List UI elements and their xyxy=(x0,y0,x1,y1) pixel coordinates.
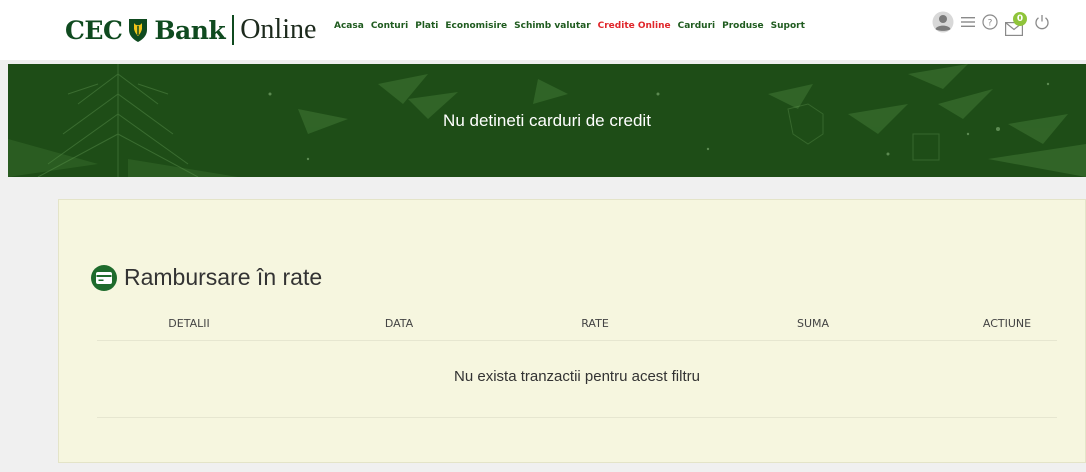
banner-message: Nu detineti carduri de credit xyxy=(443,110,651,130)
installments-card: Rambursare în rate DETALII DATA RATE SUM… xyxy=(58,199,1086,463)
nav-item-acasa[interactable]: Acasa xyxy=(334,21,364,31)
top-header: CEC Bank Online Acasa Conturi Plati Econ… xyxy=(0,0,1086,60)
nav-item-plati[interactable]: Plati xyxy=(415,21,438,31)
user-avatar-icon[interactable] xyxy=(932,11,954,38)
logo-cec-text: CEC xyxy=(65,15,123,45)
nav-item-produse[interactable]: Produse xyxy=(722,21,764,31)
column-header-suma: SUMA xyxy=(796,317,830,330)
logo-bank-text: Bank xyxy=(154,15,226,45)
nav-item-carduri[interactable]: Carduri xyxy=(678,21,716,31)
column-header-detalii: DETALII xyxy=(168,317,210,330)
table-header: DETALII DATA RATE SUMA ACTIUNE xyxy=(97,313,1057,341)
header-actions: ? 0 xyxy=(932,10,1057,38)
nav-item-credite-online[interactable]: Credite Online xyxy=(598,21,671,31)
logo-shield-icon xyxy=(127,17,149,43)
column-header-data: DATA xyxy=(384,317,414,330)
hamburger-menu-icon[interactable] xyxy=(961,15,975,33)
power-icon[interactable] xyxy=(1034,14,1050,35)
credit-cards-banner: Nu detineti carduri de credit xyxy=(8,64,1086,177)
nav-item-schimb-valutar[interactable]: Schimb valutar xyxy=(514,21,591,31)
logo-separator xyxy=(232,15,235,45)
nav-item-conturi[interactable]: Conturi xyxy=(371,21,408,31)
logo-online-text: Online xyxy=(240,14,317,45)
help-circle-icon[interactable]: ? xyxy=(982,13,998,35)
empty-table-row: Nu exista tranzactii pentru acest filtru xyxy=(97,342,1057,418)
cec-bank-logo[interactable]: CEC Bank Online xyxy=(65,12,316,48)
empty-state-message: Nu exista tranzactii pentru acest filtru xyxy=(454,368,700,385)
section-title-text: Rambursare în rate xyxy=(124,264,323,290)
section-title: Rambursare în rate xyxy=(91,264,322,291)
mail-badge: 0 xyxy=(1013,12,1027,26)
main-navigation: Acasa Conturi Plati Economisire Schimb v… xyxy=(334,17,812,35)
nav-item-suport[interactable]: Suport xyxy=(771,21,805,31)
credit-card-icon xyxy=(91,264,117,291)
svg-text:?: ? xyxy=(988,18,993,28)
nav-item-economisire[interactable]: Economisire xyxy=(445,21,507,31)
column-header-rate: RATE xyxy=(581,317,609,330)
mail-icon[interactable]: 0 xyxy=(1005,12,1027,36)
column-header-actiune: ACTIUNE xyxy=(982,317,1032,330)
